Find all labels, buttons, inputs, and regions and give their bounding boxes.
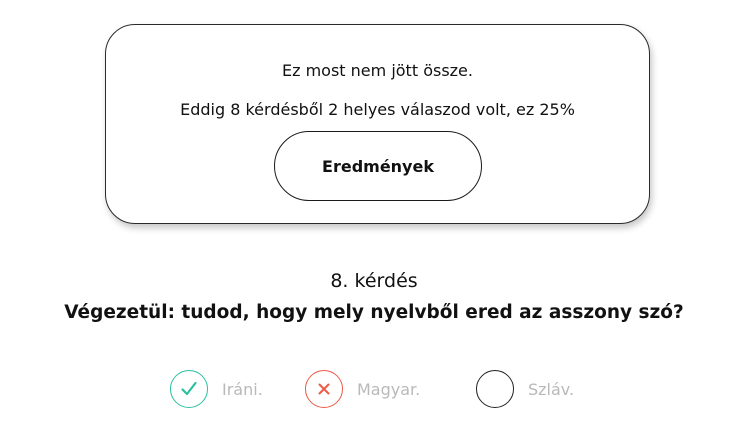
answer-option-szlav[interactable]: Szláv.: [476, 368, 574, 410]
answer-option-magyar[interactable]: Magyar.: [305, 368, 420, 410]
cross-icon: [318, 383, 330, 395]
answer-label-szlav: Szláv.: [528, 379, 575, 399]
results-button[interactable]: Eredmények: [274, 131, 482, 201]
result-message: Ez most nem jött össze.: [282, 61, 473, 80]
question-number: 8. kérdés: [330, 270, 418, 292]
answer-radio-szlav[interactable]: [476, 370, 514, 408]
answer-options: Iráni. Magyar. Szláv.: [0, 368, 748, 410]
check-icon: [181, 381, 197, 396]
question-text: Végezetül: tudod, hogy mely nyelvből ere…: [64, 302, 684, 323]
answer-radio-irani[interactable]: [170, 370, 208, 408]
answer-label-magyar: Magyar.: [357, 379, 421, 399]
answer-radio-magyar[interactable]: [305, 370, 343, 408]
result-summary: Eddig 8 kérdésből 2 helyes válaszod volt…: [180, 100, 575, 119]
answer-option-irani[interactable]: Iráni.: [170, 368, 263, 410]
result-card: Ez most nem jött össze. Eddig 8 kérdésbő…: [105, 24, 650, 224]
quiz-page: Ez most nem jött össze. Eddig 8 kérdésbő…: [0, 0, 748, 428]
answer-label-irani: Iráni.: [222, 379, 263, 399]
